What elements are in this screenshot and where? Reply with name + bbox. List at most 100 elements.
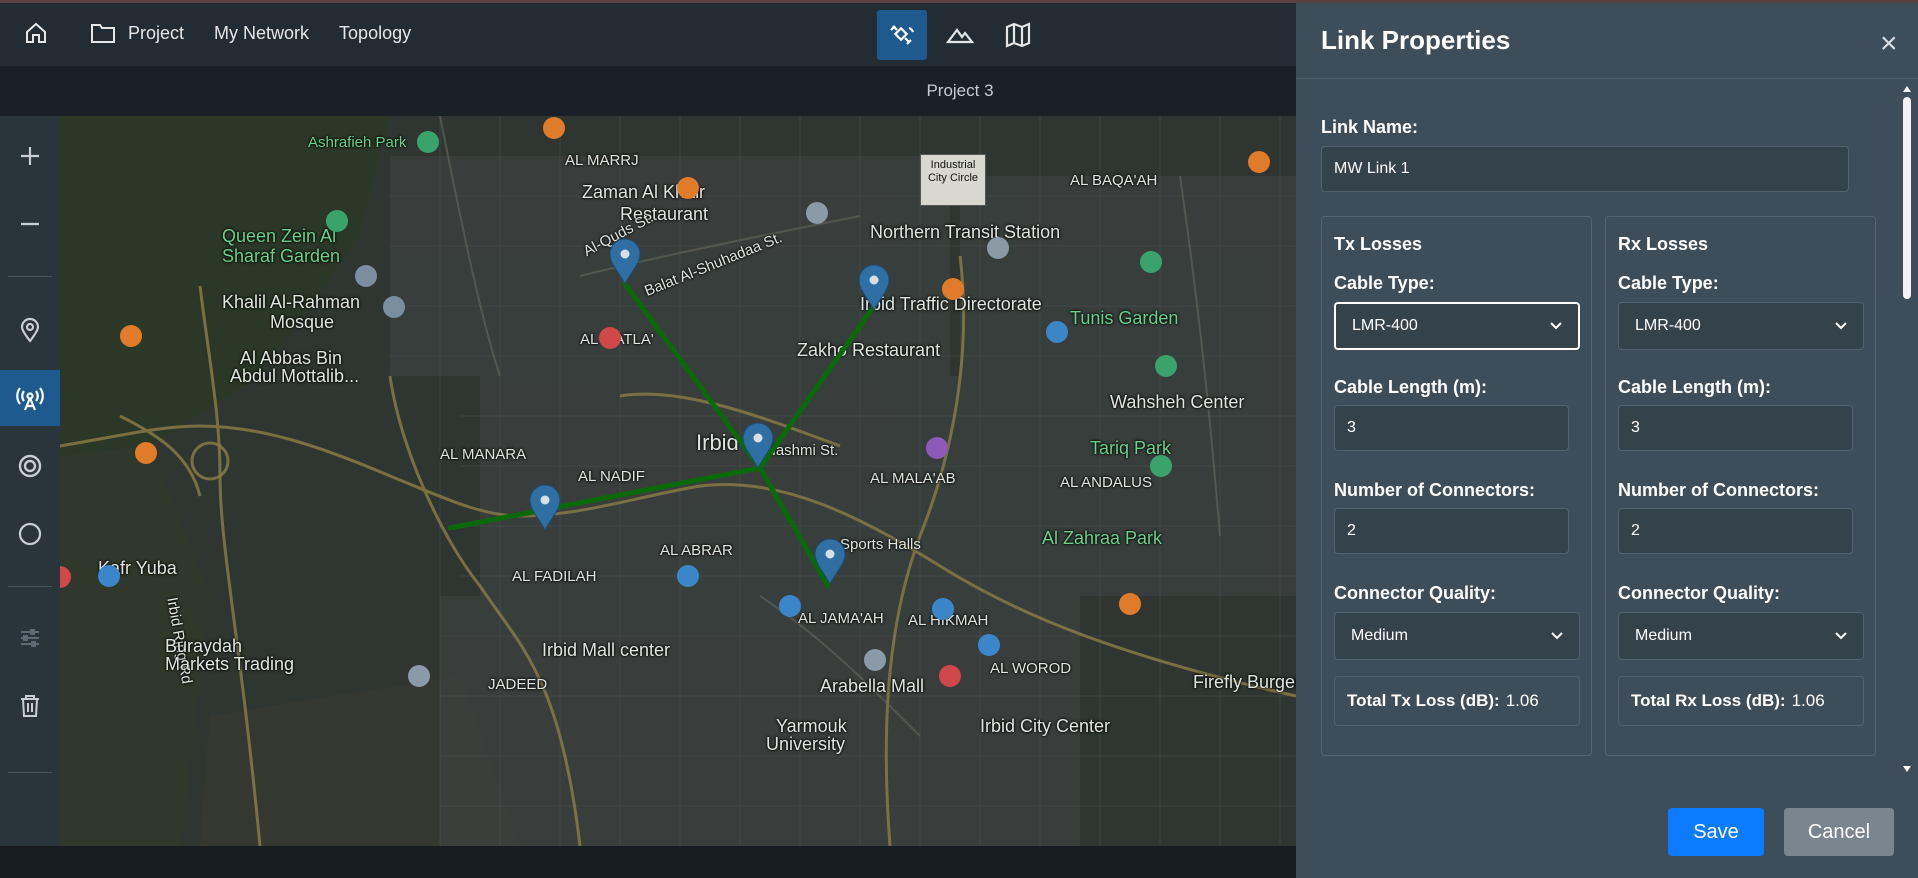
link-layer [447,238,890,589]
tx-total-loss: Total Tx Loss (dB): 1.06 [1334,676,1580,726]
project-title: Project 3 [926,81,994,100]
site-pins [529,238,890,586]
map-mode-button[interactable] [993,10,1043,60]
tx-connectors-label: Number of Connectors: [1334,480,1536,500]
project-bar: Project 3 [0,66,1296,116]
chevron-down-icon [1551,632,1563,640]
terrain-icon [945,28,975,44]
target-icon [18,454,42,478]
satellite-dish-icon [890,25,915,45]
site-pin [609,238,641,286]
nav-topology[interactable]: Topology [339,23,411,44]
tx-cable-length-label: Cable Length (m): [1334,377,1487,397]
tx-quality-value: Medium [1351,627,1408,644]
rx-total-value: 1.06 [1791,691,1825,710]
rx-cable-type-label: Cable Type: [1618,273,1719,293]
link-line [757,465,831,589]
main-nav: Project My Network Topology [24,21,441,45]
satellite-mode-button[interactable] [877,10,927,60]
nav-project[interactable]: Project [90,22,184,44]
save-button[interactable]: Save [1668,808,1764,856]
tx-total-label: Total Tx Loss (dB): [1347,691,1500,710]
rx-cable-type-value: LMR-400 [1635,317,1701,334]
rx-cable-length-input[interactable]: 3 [1618,405,1853,451]
site-pin [529,484,561,532]
rx-quality-label: Connector Quality: [1618,583,1781,603]
satellite-map[interactable]: Ashrafieh Park AL MARRJ Zaman Al Khair R… [60,116,1296,846]
panel-footer: Save Cancel [1296,786,1918,878]
rx-total-loss: Total Rx Loss (dB): 1.06 [1618,676,1864,726]
tx-cable-type-label: Cable Type: [1334,273,1435,293]
close-icon: × [1880,27,1898,60]
panel-header: Link Properties × [1296,3,1918,79]
nav-home[interactable] [24,21,60,45]
app-root: Project My Network Topology Project 3 As… [0,0,1918,878]
link-name-value: MW Link 1 [1334,160,1410,177]
link-name-label: Link Name: [1321,117,1419,137]
site-pin [858,264,890,312]
sliders-icon [21,629,39,647]
status-strip [0,846,1296,878]
zoom-in-button[interactable] [0,128,60,184]
draw-circle-button[interactable] [0,506,60,562]
tx-cable-type-value: LMR-400 [1352,317,1418,334]
tx-cable-length-value: 3 [1347,419,1356,436]
tx-quality-label: Connector Quality: [1334,583,1497,603]
add-link-button[interactable] [0,370,60,426]
toolbar-divider [8,586,52,587]
folder-icon [91,24,115,43]
coverage-button[interactable] [0,438,60,494]
add-site-button[interactable] [0,302,60,358]
site-pin [814,538,846,586]
zoom-out-button[interactable] [0,196,60,252]
link-line [757,303,877,471]
nav-topology-label: Topology [339,22,412,43]
rx-connectors-input[interactable]: 2 [1618,508,1853,554]
antenna-icon [16,387,44,411]
rx-heading: Rx Losses [1618,234,1709,254]
zoom-out-icon [21,222,39,226]
location-pin-icon [20,317,40,343]
tx-connectors-input[interactable]: 2 [1334,508,1569,554]
rx-connectors-value: 2 [1631,522,1640,539]
scrollbar-track [1903,86,1911,772]
link-name-input[interactable]: MW Link 1 [1321,146,1849,192]
panel-title: Link Properties [1321,25,1511,55]
panel-scrollbar[interactable] [1900,83,1914,775]
tx-cable-type-select[interactable]: LMR-400 [1334,302,1580,350]
microwave-links [447,281,877,589]
link-line [447,465,763,531]
circle-icon [18,522,42,546]
rx-cable-type-select[interactable]: LMR-400 [1618,302,1864,350]
close-button[interactable]: × [1880,29,1898,59]
chevron-down-icon [1835,632,1847,640]
delete-button[interactable] [0,678,60,734]
rx-cable-length-label: Cable Length (m): [1618,377,1771,397]
rx-connectors-label: Number of Connectors: [1618,480,1820,500]
terrain-mode-button[interactable] [935,10,985,60]
toolbar-divider [8,276,52,277]
tx-quality-select[interactable]: Medium [1334,612,1580,660]
tx-connectors-value: 2 [1347,522,1356,539]
panel-body[interactable]: Link Name: MW Link 1 Tx Losses Cable Typ… [1296,80,1918,776]
tx-total-value: 1.06 [1505,691,1539,710]
chevron-down-icon [1835,322,1847,330]
tx-cable-length-input[interactable]: 3 [1334,405,1569,451]
chevron-down-icon [1550,322,1562,330]
trash-icon [21,695,39,717]
nav-my-network[interactable]: My Network [214,23,309,44]
tx-heading: Tx Losses [1334,234,1423,254]
rx-quality-value: Medium [1635,627,1692,644]
rx-cable-length-value: 3 [1631,419,1640,436]
cancel-button[interactable]: Cancel [1784,808,1894,856]
map-toolbar [0,116,60,846]
rx-quality-select[interactable]: Medium [1618,612,1864,660]
view-mode-buttons [877,10,1043,60]
toolbar-divider [8,772,52,773]
map-icon [1005,22,1031,48]
home-icon [26,22,46,43]
settings-button[interactable] [0,610,60,666]
link-line [622,281,763,471]
site-pin [742,422,774,470]
link-properties-panel: Link Properties × Link Name: MW Link 1 T… [1296,3,1918,878]
